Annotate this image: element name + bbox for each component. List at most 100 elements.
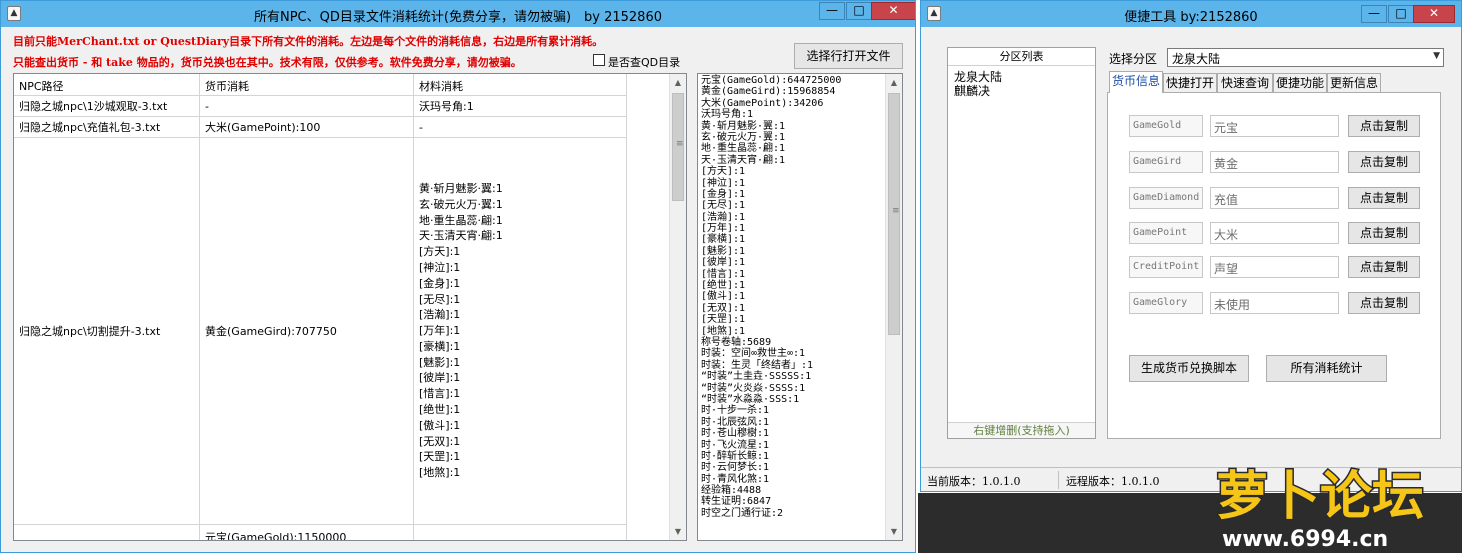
table-row-3-currency[interactable]: 黄金(GameGird):707750 xyxy=(200,138,414,525)
currency-name-field[interactable]: 未使用 xyxy=(1210,292,1339,314)
close-button[interactable]: ✕ xyxy=(871,2,915,20)
scroll-down-arrow-icon[interactable]: ▼ xyxy=(670,523,686,540)
partition-list-item[interactable]: 麒麟决 xyxy=(954,82,990,99)
tab-currency-info[interactable]: 货币信息 xyxy=(1109,71,1163,93)
table-row-4-currency[interactable]: 元宝(GameGold):1150000 xyxy=(200,525,414,540)
total-entry: “时装”水淼淼·SSS:1 xyxy=(701,393,800,405)
total-entry: 转生证明:6847 xyxy=(701,496,772,508)
total-entry: 时·十步一杀:1 xyxy=(701,405,770,417)
material-entry: [天罡]:1 xyxy=(419,450,461,464)
copy-button[interactable]: 点击复制 xyxy=(1348,151,1420,173)
copy-button[interactable]: 点击复制 xyxy=(1348,115,1420,137)
total-entry: [豪横]:1 xyxy=(701,234,746,246)
total-entry: [方天]:1 xyxy=(701,166,746,178)
currency-key-field[interactable]: GameGird xyxy=(1129,151,1203,173)
tool-close-button[interactable]: ✕ xyxy=(1413,5,1455,23)
tool-titlebar[interactable]: ▲ 便捷工具 by:2152860 — □ ✕ xyxy=(921,1,1461,27)
currency-name-field[interactable]: 元宝 xyxy=(1210,115,1339,137)
copy-button[interactable]: 点击复制 xyxy=(1348,222,1420,244)
total-entry: [无尽]:1 xyxy=(701,200,746,212)
partition-select-value: 龙泉大陆 xyxy=(1172,52,1221,66)
main-titlebar[interactable]: ▲ 所有NPC、QD目录文件消耗统计(免费分享，请勿被骗) by 2152860… xyxy=(1,1,915,27)
currency-key-field[interactable]: CreditPoint xyxy=(1129,256,1203,278)
totals-scrollbar-thumb[interactable]: ≡ xyxy=(888,93,900,335)
copy-button[interactable]: 点击复制 xyxy=(1348,292,1420,314)
currency-key-field[interactable]: GameGold xyxy=(1129,115,1203,137)
total-entry: [神泣]:1 xyxy=(701,177,746,189)
total-entry: 元宝(GameGold):644725000 xyxy=(701,75,842,86)
partition-list-panel: 分区列表 龙泉大陆 麒麟决 右键增删(支持拖入) xyxy=(947,47,1096,439)
total-consumption-list: 元宝(GameGold):644725000 黄金(GameGird):15968… xyxy=(701,75,841,519)
table-row-4-materials[interactable] xyxy=(414,525,627,540)
tab-convenience[interactable]: 便捷功能 xyxy=(1273,73,1327,93)
table-row-1-path[interactable]: 归隐之城npc\1沙城观取-3.txt xyxy=(14,96,200,117)
scroll-up-arrow-icon[interactable]: ▲ xyxy=(670,74,686,91)
total-consumption-textbox[interactable]: 元宝(GameGold):644725000 黄金(GameGird):15968… xyxy=(697,73,903,541)
currency-name-field[interactable]: 声望 xyxy=(1210,256,1339,278)
table-row-3-path[interactable]: 归隐之城npc\切割提升-3.txt xyxy=(14,138,200,525)
material-entry: [惜言]:1 xyxy=(419,387,461,401)
currency-info-panel: GameGold 元宝 点击复制 GameGird 黄金 点击复制 GameDi… xyxy=(1107,92,1441,439)
material-entry: 地·重生晶蕊·翩:1 xyxy=(419,213,503,227)
qd-dir-checkbox[interactable] xyxy=(593,54,605,66)
total-entry: [无双]:1 xyxy=(701,302,746,314)
currency-key-field[interactable]: GameDiamond xyxy=(1129,187,1203,209)
total-entry: 大米(GamePoint):34206 xyxy=(701,97,824,109)
quick-tool-window: ▲ 便捷工具 by:2152860 — □ ✕ 分区列表 龙泉大陆 麒麟决 右键… xyxy=(920,0,1462,492)
col-header-currency[interactable]: 货币消耗 xyxy=(200,74,414,96)
material-entry: [彼岸]:1 xyxy=(419,371,461,385)
npc-stats-window: ▲ 所有NPC、QD目录文件消耗统计(免费分享，请勿被骗) by 2152860… xyxy=(0,0,916,553)
table-row-4-path[interactable] xyxy=(14,525,200,540)
generate-exchange-script-button[interactable]: 生成货币兑换脚本 xyxy=(1129,355,1249,382)
totals-scroll-down-arrow-icon[interactable]: ▼ xyxy=(886,523,902,540)
currency-key-field[interactable]: GameGlory xyxy=(1129,292,1203,314)
table-row-1-materials[interactable]: 沃玛号角:1 xyxy=(414,96,627,117)
tool-maximize-icon[interactable]: □ xyxy=(1388,5,1414,23)
col-header-materials[interactable]: 材料消耗 xyxy=(414,74,627,96)
maximize-icon[interactable]: □ xyxy=(846,2,872,20)
material-entry: [方天]:1 xyxy=(419,245,461,259)
total-entry: 时·青风化煞:1 xyxy=(701,473,770,485)
tab-update-info[interactable]: 更新信息 xyxy=(1327,73,1381,93)
table-row-2-materials[interactable]: - xyxy=(414,117,627,138)
table-row-1-currency[interactable]: - xyxy=(200,96,414,117)
total-entry: [金身]:1 xyxy=(701,188,746,200)
totals-scroll-up-arrow-icon[interactable]: ▲ xyxy=(886,74,902,91)
material-entry: [傲斗]:1 xyxy=(419,418,461,432)
total-entry: 玄·破元火万·翼:1 xyxy=(701,131,786,143)
tool-minimize-button[interactable]: — xyxy=(1361,5,1387,23)
scrollbar-thumb[interactable]: ≡ xyxy=(672,93,684,201)
total-entry: “时装”火炎焱·SSSS:1 xyxy=(701,382,806,394)
tab-quick-open[interactable]: 快捷打开 xyxy=(1163,73,1217,93)
currency-name-field[interactable]: 充值 xyxy=(1210,187,1339,209)
total-entry: 经验箱:4488 xyxy=(701,485,762,497)
currency-key-field[interactable]: GamePoint xyxy=(1129,222,1203,244)
table-vertical-scrollbar[interactable]: ▲ ≡ ▼ xyxy=(669,74,686,540)
open-selected-file-button[interactable]: 选择行打开文件 xyxy=(794,43,903,69)
col-header-path[interactable]: NPC路径 xyxy=(14,74,200,96)
site-watermark-logo: 萝卜论坛 www.6994.cn xyxy=(1215,466,1426,553)
tab-quick-query[interactable]: 快速查询 xyxy=(1217,73,1273,93)
total-entry: [天罡]:1 xyxy=(701,314,746,326)
total-entry: 黄·斩月魅影·翼:1 xyxy=(701,120,786,132)
table-row-2-currency[interactable]: 大米(GamePoint):100 xyxy=(200,117,414,138)
total-entry: 称号卷轴:5689 xyxy=(701,336,772,348)
notice-line-1: 目前只能MerChant.txt or QuestDiary目录下所有文件的消耗… xyxy=(13,35,604,48)
copy-button[interactable]: 点击复制 xyxy=(1348,256,1420,278)
currency-name-field[interactable]: 黄金 xyxy=(1210,151,1339,173)
table-row-2-path[interactable]: 归隐之城npc\充值礼包-3.txt xyxy=(14,117,200,138)
qd-dir-checkbox-label: 是否查QD目录 xyxy=(608,56,681,69)
partition-select[interactable]: 龙泉大陆 ▼ xyxy=(1167,48,1444,67)
watermark-site-name: 萝卜论坛 xyxy=(1216,467,1424,527)
totals-vertical-scrollbar[interactable]: ▲ ≡ ▼ xyxy=(885,74,902,540)
table-row-3-materials[interactable]: 黄·斩月魅影·翼:1 玄·破元火万·翼:1 地·重生晶蕊·翩:1 天·玉清天宵·翩:1… xyxy=(414,138,627,525)
copy-button[interactable]: 点击复制 xyxy=(1348,187,1420,209)
total-entry: 时空之门通行证:2 xyxy=(701,507,784,519)
totals-scrollbar-grip-icon: ≡ xyxy=(892,206,900,216)
npc-consumption-table[interactable]: NPC路径 货币消耗 材料消耗 归隐之城npc\1沙城观取-3.txt - 沃玛… xyxy=(13,73,687,541)
watermark-url: www.6994.cn xyxy=(1222,527,1388,552)
minimize-button[interactable]: — xyxy=(819,2,845,20)
total-entry: 时·飞火流星:1 xyxy=(701,439,770,451)
all-consumption-stats-button[interactable]: 所有消耗统计 xyxy=(1266,355,1387,382)
currency-name-field[interactable]: 大米 xyxy=(1210,222,1339,244)
